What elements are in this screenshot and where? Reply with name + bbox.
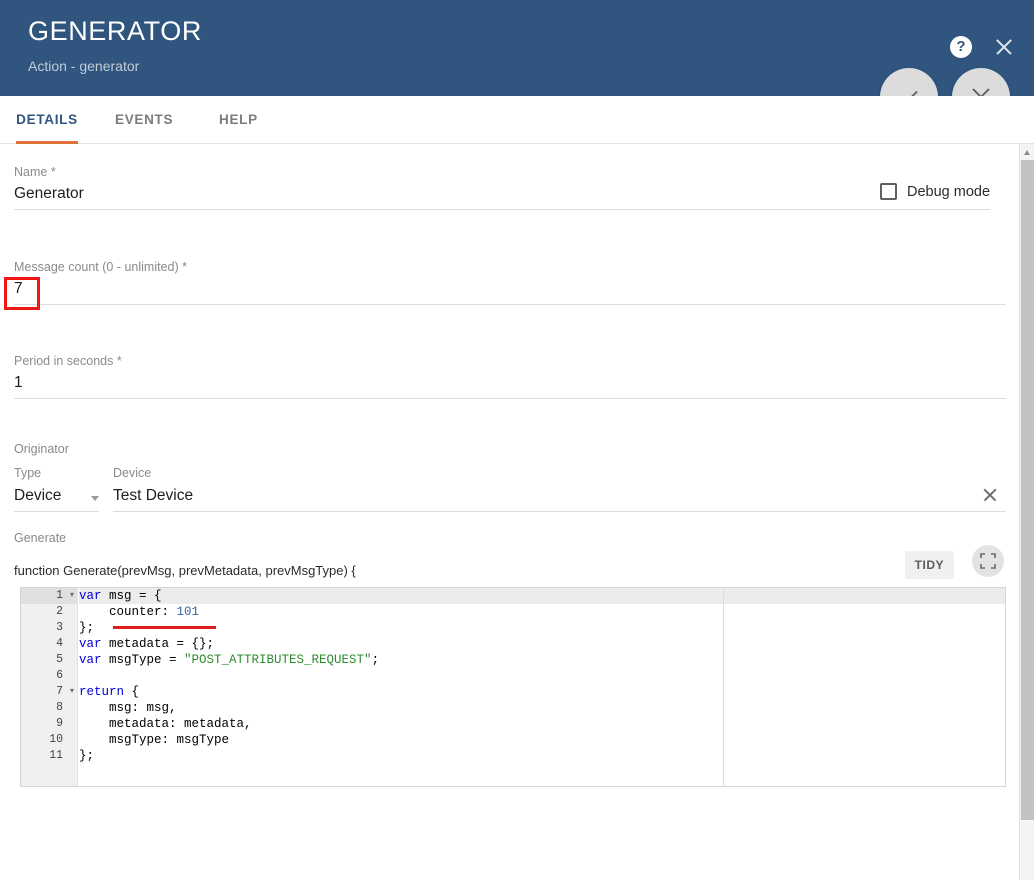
generator-dialog: GENERATOR Action - generator ? DETAILS E… <box>0 0 1034 880</box>
code-line: }; <box>79 621 95 635</box>
details-panel: Name * Generator Debug mode Message coun… <box>0 145 1020 880</box>
checkbox-box[interactable] <box>880 183 897 200</box>
scroll-up-arrow-icon[interactable] <box>1020 144 1034 159</box>
code-line: counter: 101 <box>79 605 200 619</box>
code-line: msg: msg, <box>79 701 177 715</box>
scrollbar-thumb[interactable] <box>1021 160 1034 820</box>
gutter-line: 8 <box>56 701 63 714</box>
generate-caption: Generate <box>14 531 67 545</box>
chevron-down-icon[interactable] <box>91 496 99 501</box>
period-field[interactable]: Period in seconds * 1 <box>14 354 1006 399</box>
code-line: return { <box>79 685 140 699</box>
tidy-button[interactable]: TIDY <box>904 551 954 579</box>
message-count-input[interactable]: 7 <box>14 280 1006 305</box>
originator-section: Originator Type Device Device Test Devic… <box>14 442 1006 518</box>
code-line: msgType: msgType <box>79 733 230 747</box>
gutter-line: 1 ▾ <box>21 588 77 604</box>
gutter-line: 6 <box>56 669 63 682</box>
originator-type-value: Device <box>14 487 62 504</box>
tab-help[interactable]: HELP <box>219 96 258 144</box>
gutter-line: 9 <box>56 717 63 730</box>
line-number-gutter: 1 ▾ 2 3 4 5 6 7 ▾ 8 9 10 11 <box>21 588 78 786</box>
gutter-line: 7 ▾ <box>56 684 74 700</box>
dialog-header: GENERATOR Action - generator ? <box>0 0 1034 96</box>
gutter-line: 3 <box>56 621 63 634</box>
code-fold-icon[interactable]: ▾ <box>70 684 74 700</box>
gutter-line: 11 <box>49 749 63 762</box>
tab-details[interactable]: DETAILS <box>16 96 78 144</box>
message-count-field[interactable]: Message count (0 - unlimited) * 7 <box>14 260 1006 305</box>
debug-mode-label: Debug mode <box>907 183 991 200</box>
period-input[interactable]: 1 <box>14 374 1006 399</box>
originator-device-value: Test Device <box>113 487 194 504</box>
message-count-label: Message count (0 - unlimited) * <box>14 260 187 274</box>
code-content[interactable]: var msg = { counter: 101}; var metadata =… <box>79 588 1005 786</box>
code-line: var metadata = {}; <box>79 637 215 651</box>
debug-mode-checkbox[interactable]: Debug mode <box>880 183 990 200</box>
clear-device-icon[interactable] <box>980 485 1000 505</box>
name-input[interactable]: Generator <box>14 185 990 210</box>
function-signature: function Generate(prevMsg, prevMetadata,… <box>14 563 356 578</box>
gutter-line: 4 <box>56 637 63 650</box>
code-line: var msg = { <box>79 589 162 603</box>
name-field[interactable]: Name * Generator <box>14 165 990 210</box>
generate-section: Generate function Generate(prevMsg, prev… <box>14 531 1006 579</box>
originator-caption: Originator <box>14 442 69 456</box>
gutter-line: 10 <box>49 733 63 746</box>
code-line: }; <box>79 749 95 763</box>
tab-events[interactable]: EVENTS <box>115 96 173 144</box>
gutter-line: 2 <box>56 605 63 618</box>
code-fold-icon[interactable]: ▾ <box>70 588 74 604</box>
period-label: Period in seconds * <box>14 354 122 368</box>
page-subtitle: Action - generator <box>28 58 140 74</box>
tab-details-label: DETAILS <box>16 112 78 127</box>
gutter-line: 5 <box>56 653 63 666</box>
code-underline-annotation <box>113 626 216 629</box>
code-line: var msgType = "POST_ATTRIBUTES_REQUEST"; <box>79 653 380 667</box>
page-title: GENERATOR <box>28 16 202 46</box>
page-scrollbar[interactable] <box>1019 144 1034 880</box>
code-line: metadata: metadata, <box>79 717 252 731</box>
name-label: Name * <box>14 165 56 179</box>
close-icon[interactable] <box>992 35 1016 59</box>
originator-device-field[interactable]: Device Test Device <box>113 466 1006 512</box>
originator-device-label: Device <box>113 466 152 480</box>
originator-type-label: Type <box>14 466 42 480</box>
code-editor[interactable]: 1 ▾ 2 3 4 5 6 7 ▾ 8 9 10 11 var msg = { counter: 101… <box>20 587 1006 787</box>
fullscreen-button[interactable] <box>972 545 1004 577</box>
tab-active-indicator <box>16 141 78 144</box>
tab-bar: DETAILS EVENTS HELP <box>0 96 1034 144</box>
originator-type-select[interactable]: Type Device <box>14 466 99 512</box>
help-icon[interactable]: ? <box>950 36 972 58</box>
